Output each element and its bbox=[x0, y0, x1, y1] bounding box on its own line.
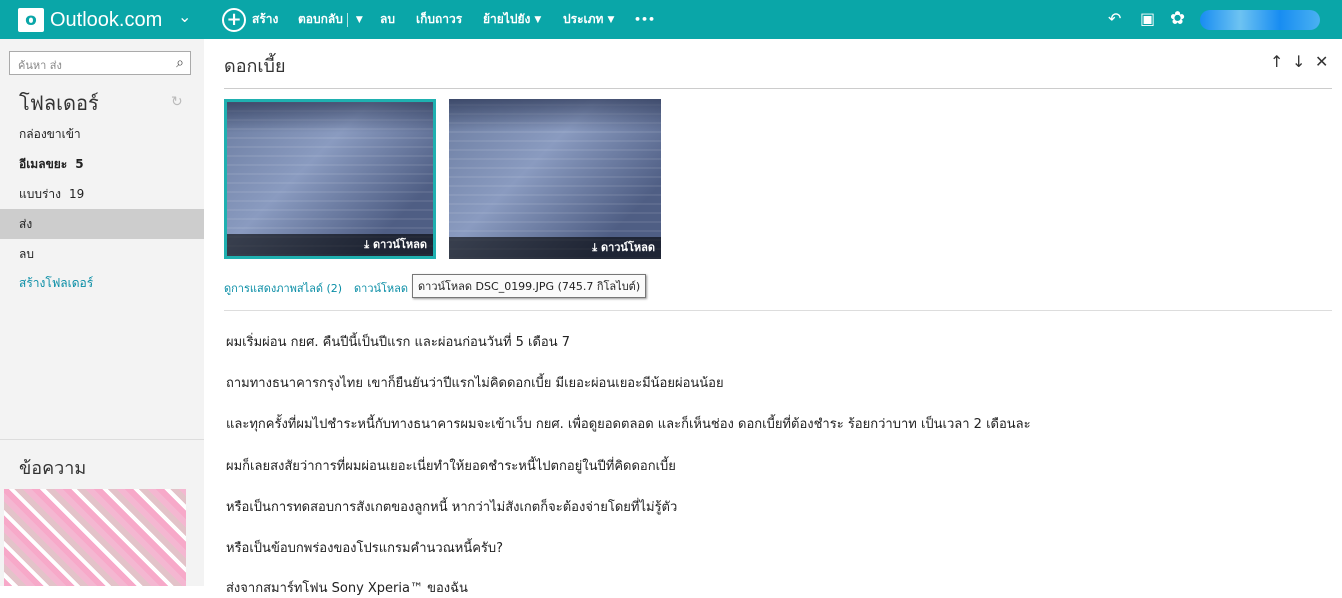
body-divider bbox=[224, 310, 1332, 311]
sidebar-item-inbox[interactable]: กล่องขาเข้า bbox=[0, 119, 204, 149]
sidebar-divider bbox=[0, 439, 204, 440]
sidebar-item-label: ส่ง bbox=[19, 217, 33, 231]
message-signature: ส่งจากสมาร์ทโฟน Sony Xperia™ ของฉัน bbox=[226, 581, 468, 596]
more-actions-button[interactable]: ••• bbox=[634, 0, 655, 39]
sidebar-item-drafts[interactable]: แบบร่าง 19 bbox=[0, 179, 204, 209]
download-icon: ⤓ bbox=[364, 238, 370, 251]
category-button[interactable]: ประเภท ▼ bbox=[563, 0, 614, 39]
attachment-image bbox=[227, 102, 433, 256]
category-chevron-icon: ▼ bbox=[607, 14, 615, 25]
create-folder-link[interactable]: สร้างโฟลเดอร์ bbox=[0, 268, 204, 298]
search-icon[interactable]: ⌕ bbox=[176, 55, 184, 71]
move-to-button[interactable]: ย้ายไปยัง ▼ bbox=[483, 0, 541, 39]
previous-message-icon[interactable]: ↑ bbox=[1270, 52, 1283, 71]
reply-chevron-icon[interactable]: ▼ bbox=[356, 15, 363, 25]
message-body-line: ผมเริ่มผ่อน กยศ. คืนปีนี้เป็นปีแรก และผ่… bbox=[226, 335, 571, 350]
reply-button[interactable]: ตอบกลับ ▼ bbox=[298, 0, 363, 39]
sidebar-item-junk[interactable]: อีเมลขยะ 5 bbox=[0, 149, 204, 179]
move-to-chevron-icon: ▼ bbox=[534, 14, 542, 25]
download-all-link[interactable]: ดาวน์โหลด bbox=[354, 279, 408, 297]
message-subject: ดอกเบี้ย bbox=[224, 56, 286, 77]
top-bar: o Outlook.com ⌄ + สร้าง ตอบกลับ ▼ ลบ เก็… bbox=[0, 0, 1342, 39]
plus-icon: + bbox=[222, 7, 246, 32]
download-tooltip: ดาวน์โหลด DSC_0199.JPG (745.7 กิโลไบต์) bbox=[412, 274, 647, 298]
sidebar-item-sent[interactable]: ส่ง bbox=[0, 209, 204, 239]
delete-button[interactable]: ลบ bbox=[380, 0, 395, 39]
reading-pane: ดอกเบี้ย ↑ ↓ ✕ ⤓ ดาวน์โหลด ⤓ ดาวน์โหลด ด… bbox=[204, 39, 1342, 596]
folders-heading: โฟลเดอร์ bbox=[19, 91, 99, 115]
sidebar-item-count: 19 bbox=[69, 187, 85, 201]
redacted-ad-image bbox=[4, 489, 186, 586]
new-label: สร้าง bbox=[252, 12, 279, 26]
download-label: ดาวน์โหลด bbox=[372, 238, 427, 251]
account-name-redacted[interactable] bbox=[1200, 10, 1320, 30]
attachment-thumbnail[interactable]: ⤓ ดาวน์โหลด bbox=[224, 99, 436, 259]
reply-separator bbox=[346, 12, 348, 27]
slideshow-link[interactable]: ดูการแสดงภาพสไลด์ (2) bbox=[224, 279, 342, 297]
message-body-line: หรือเป็นการทดสอบการสังเกตของลูกหนี้ หากว… bbox=[226, 500, 678, 515]
new-button[interactable]: + สร้าง bbox=[222, 0, 278, 39]
sidebar: ค้นหา ส่ง ⌕ โฟลเดอร์ ↻ กล่องขาเข้า อีเมล… bbox=[0, 39, 204, 586]
app-switcher-chevron-icon[interactable]: ⌄ bbox=[178, 7, 191, 26]
category-label: ประเภท bbox=[563, 12, 604, 26]
next-message-icon[interactable]: ↓ bbox=[1292, 52, 1305, 71]
message-body-line: ผมก็เลยสงสัยว่าการที่ผมผ่อนเยอะเนี่ยทำให… bbox=[226, 459, 676, 474]
outlook-logo[interactable]: o Outlook.com bbox=[18, 6, 162, 34]
gear-icon[interactable]: ✿ bbox=[1170, 8, 1185, 29]
sidebar-item-label: กล่องขาเข้า bbox=[19, 127, 81, 141]
sidebar-item-label: อีเมลขยะ bbox=[19, 157, 68, 171]
sidebar-item-count: 5 bbox=[75, 157, 84, 171]
attachment-thumbnail[interactable]: ⤓ ดาวน์โหลด bbox=[449, 99, 661, 259]
download-button[interactable]: ⤓ ดาวน์โหลด bbox=[592, 238, 655, 256]
header-divider bbox=[224, 88, 1332, 89]
attachment-image bbox=[449, 99, 661, 259]
sidebar-item-label: แบบร่าง bbox=[19, 187, 62, 201]
search-box[interactable]: ค้นหา ส่ง ⌕ bbox=[9, 51, 191, 75]
archive-button[interactable]: เก็บถาวร bbox=[416, 0, 462, 39]
refresh-icon[interactable]: ↻ bbox=[171, 94, 183, 110]
sidebar-item-deleted[interactable]: ลบ bbox=[0, 239, 204, 269]
chat-icon[interactable]: ▣ bbox=[1140, 9, 1155, 28]
brand-name: Outlook.com bbox=[50, 8, 163, 31]
message-body-line: ถามทางธนาคารกรุงไทย เขาก็ยืนยันว่าปีแรกไ… bbox=[226, 376, 724, 391]
outlook-logo-icon: o bbox=[18, 8, 44, 32]
download-label: ดาวน์โหลด bbox=[600, 241, 655, 254]
search-input[interactable]: ค้นหา ส่ง bbox=[18, 56, 62, 74]
message-body-line: และทุกครั้งที่ผมไปชำระหนี้กับทางธนาคารผม… bbox=[226, 417, 1031, 432]
download-icon: ⤓ bbox=[592, 241, 598, 254]
move-to-label: ย้ายไปยัง bbox=[483, 12, 531, 26]
close-icon[interactable]: ✕ bbox=[1315, 52, 1328, 71]
undo-icon[interactable]: ↶ bbox=[1108, 9, 1121, 28]
download-button[interactable]: ⤓ ดาวน์โหลด bbox=[364, 235, 427, 253]
sidebar-item-label: ลบ bbox=[19, 247, 34, 261]
messages-heading: ข้อความ bbox=[19, 458, 87, 479]
reply-label: ตอบกลับ bbox=[298, 12, 343, 26]
message-body-line: หรือเป็นข้อบกพร่องของโปรแกรมคำนวณหนี้ครั… bbox=[226, 541, 504, 556]
